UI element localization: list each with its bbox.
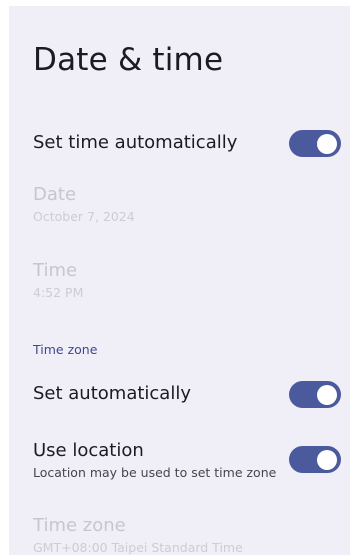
- use-location-switch[interactable]: [289, 446, 341, 473]
- use-location-summary: Location may be used to set time zone: [33, 465, 277, 480]
- time-value: 4:52 PM: [33, 285, 84, 300]
- time-zone-value: GMT+08:00 Taipei Standard Time: [33, 540, 243, 555]
- switch-thumb: [317, 384, 337, 405]
- date-row: Date October 7, 2024: [9, 182, 350, 230]
- time-zone-section-header: Time zone: [33, 342, 98, 357]
- set-automatically-row[interactable]: Set automatically: [9, 374, 350, 414]
- time-zone-label: Time zone: [33, 515, 126, 536]
- set-time-automatically-row[interactable]: Set time automatically: [9, 118, 350, 170]
- use-location-label: Use location: [33, 440, 144, 461]
- set-time-automatically-label: Set time automatically: [33, 132, 238, 153]
- time-label: Time: [33, 260, 78, 281]
- date-value: October 7, 2024: [33, 209, 135, 224]
- use-location-row[interactable]: Use location Location may be used to set…: [9, 436, 350, 486]
- settings-screen: Date & time Set time automatically Date …: [9, 6, 350, 555]
- set-automatically-switch[interactable]: [289, 381, 341, 408]
- switch-thumb: [317, 133, 337, 154]
- time-row: Time 4:52 PM: [9, 258, 350, 306]
- set-automatically-label: Set automatically: [33, 383, 191, 404]
- page-title: Date & time: [33, 42, 224, 78]
- date-label: Date: [33, 184, 77, 205]
- time-zone-row: Time zone GMT+08:00 Taipei Standard Time: [9, 511, 350, 555]
- switch-thumb: [317, 449, 337, 470]
- set-time-automatically-switch[interactable]: [289, 130, 341, 157]
